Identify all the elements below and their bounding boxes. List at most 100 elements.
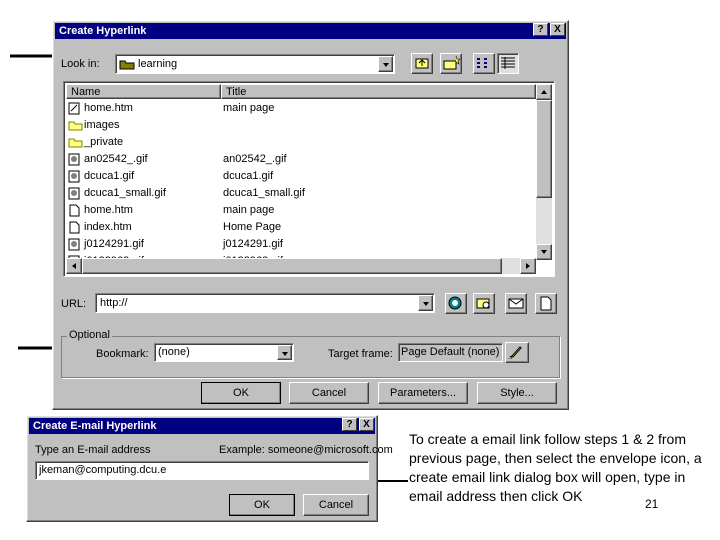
list-view-button[interactable] bbox=[473, 53, 495, 74]
parameters-button[interactable]: Parameters... bbox=[378, 382, 468, 404]
instruction-note: To create a email link follow steps 1 & … bbox=[409, 431, 702, 504]
url-label: URL: bbox=[61, 298, 87, 310]
file-name: images bbox=[84, 119, 120, 131]
file-browse-button[interactable] bbox=[473, 293, 495, 314]
new-page-button[interactable] bbox=[535, 293, 557, 314]
scroll-thumb[interactable] bbox=[536, 100, 552, 198]
scroll-down-button[interactable] bbox=[536, 244, 552, 260]
file-row[interactable]: _private bbox=[66, 134, 536, 151]
file-name: home.htm bbox=[84, 204, 133, 216]
file-row[interactable]: j0124291.gif j0124291.gif bbox=[66, 236, 536, 253]
vertical-scrollbar[interactable] bbox=[536, 84, 552, 260]
file-name: _private bbox=[84, 136, 124, 148]
column-header-name[interactable]: Name bbox=[66, 84, 221, 99]
cancel-button[interactable]: Cancel bbox=[289, 382, 369, 404]
globe-search-icon bbox=[448, 296, 462, 310]
bookmark-label: Bookmark: bbox=[96, 348, 149, 360]
triangle-right-icon bbox=[526, 263, 530, 269]
triangle-up-icon bbox=[541, 90, 547, 94]
image-file-icon bbox=[68, 170, 81, 183]
optional-label: Optional bbox=[67, 329, 112, 341]
email-ok-button[interactable]: OK bbox=[229, 494, 295, 516]
details-view-button[interactable] bbox=[497, 53, 519, 74]
url-value: http:// bbox=[100, 297, 128, 309]
image-file-icon bbox=[68, 153, 81, 166]
file-title: Home Page bbox=[223, 221, 282, 233]
look-in-dropdown[interactable]: learning bbox=[115, 54, 395, 74]
email-address-input[interactable]: jkeman@computing.dcu.e bbox=[35, 461, 369, 480]
svg-text:..: .. bbox=[508, 352, 512, 361]
file-name: j0124291.gif bbox=[84, 238, 144, 250]
horizontal-scrollbar[interactable] bbox=[66, 258, 536, 274]
scroll-up-button[interactable] bbox=[536, 84, 552, 100]
file-title: main page bbox=[223, 102, 275, 114]
email-cancel-button[interactable]: Cancel bbox=[303, 494, 369, 516]
file-title: dcuca1_small.gif bbox=[223, 187, 305, 199]
file-title: dcuca1.gif bbox=[223, 170, 274, 182]
new-folder-button[interactable] bbox=[440, 53, 462, 74]
look-in-label: Look in: bbox=[61, 58, 100, 70]
dialog-title: Create Hyperlink bbox=[59, 25, 147, 37]
chevron-down-icon[interactable] bbox=[277, 345, 292, 360]
web-browse-button[interactable] bbox=[445, 293, 467, 314]
email-prompt-label: Type an E-mail address bbox=[35, 444, 151, 456]
help-button[interactable]: ? bbox=[342, 418, 357, 431]
page-number: 21 bbox=[645, 497, 659, 511]
file-title: j0124291.gif bbox=[223, 238, 283, 250]
email-dialog-title-bar: Create E-mail Hyperlink ? X bbox=[29, 418, 375, 434]
create-hyperlink-dialog: Create Hyperlink ? X Look in: learning N… bbox=[52, 20, 569, 410]
file-name: dcuca1_small.gif bbox=[84, 187, 166, 199]
folder-open-icon bbox=[119, 58, 135, 73]
file-row[interactable]: dcuca1.gif dcuca1.gif bbox=[66, 168, 536, 185]
page-file-icon bbox=[68, 204, 81, 217]
file-name: index.htm bbox=[84, 221, 132, 233]
file-list: Name Title home.htm main page images _priva… bbox=[63, 81, 555, 277]
html-doc-icon bbox=[68, 102, 81, 115]
file-row[interactable]: dcuca1_small.gif dcuca1_small.gif bbox=[66, 185, 536, 202]
email-dialog-title: Create E-mail Hyperlink bbox=[33, 420, 157, 432]
target-frame-field[interactable]: Page Default (none) bbox=[398, 343, 503, 362]
scroll-thumb-horizontal[interactable] bbox=[82, 258, 502, 274]
target-frame-edit-button[interactable]: .. bbox=[505, 342, 529, 363]
column-header-title[interactable]: Title bbox=[221, 84, 536, 99]
target-frame-label: Target frame: bbox=[328, 348, 393, 360]
scroll-right-button[interactable] bbox=[520, 258, 536, 274]
page-file-icon bbox=[68, 221, 81, 234]
file-row[interactable]: images bbox=[66, 117, 536, 134]
up-one-level-button[interactable] bbox=[411, 53, 433, 74]
file-title: an02542_.gif bbox=[223, 153, 287, 165]
close-button[interactable]: X bbox=[550, 23, 565, 36]
style-button[interactable]: Style... bbox=[477, 382, 557, 404]
file-row[interactable]: home.htm main page bbox=[66, 100, 536, 117]
chevron-down-icon[interactable] bbox=[418, 295, 433, 311]
email-address-value: jkeman@computing.dcu.e bbox=[39, 464, 167, 476]
file-row[interactable]: an02542_.gif an02542_.gif bbox=[66, 151, 536, 168]
close-button[interactable]: X bbox=[359, 418, 374, 431]
file-name: dcuca1.gif bbox=[84, 170, 135, 182]
look-in-value: learning bbox=[138, 58, 178, 70]
email-example-label: Example: someone@microsoft.com bbox=[219, 444, 393, 456]
url-input[interactable]: http:// bbox=[95, 293, 435, 313]
new-page-icon bbox=[540, 296, 552, 311]
chevron-down-icon[interactable] bbox=[378, 56, 393, 72]
help-button[interactable]: ? bbox=[533, 23, 548, 36]
file-row[interactable]: home.htm main page bbox=[66, 202, 536, 219]
details-view-icon bbox=[501, 57, 515, 69]
folder-icon bbox=[68, 119, 83, 132]
pencil-icon: .. bbox=[508, 346, 522, 361]
dialog-title-bar: Create Hyperlink ? X bbox=[55, 23, 566, 39]
ok-button[interactable]: OK bbox=[201, 382, 281, 404]
envelope-icon bbox=[508, 298, 524, 309]
file-name: an02542_.gif bbox=[84, 153, 148, 165]
file-row[interactable]: index.htm Home Page bbox=[66, 219, 536, 236]
list-view-icon bbox=[477, 58, 487, 68]
folder-icon bbox=[68, 136, 83, 149]
email-link-button[interactable] bbox=[505, 293, 527, 314]
image-file-icon bbox=[68, 187, 81, 200]
scroll-left-button[interactable] bbox=[66, 258, 82, 274]
triangle-left-icon bbox=[72, 263, 76, 269]
up-folder-icon bbox=[415, 58, 429, 69]
create-email-hyperlink-dialog: Create E-mail Hyperlink ? X Type an E-ma… bbox=[26, 415, 393, 522]
triangle-down-icon bbox=[541, 250, 547, 254]
bookmark-dropdown[interactable]: (none) bbox=[154, 343, 294, 362]
